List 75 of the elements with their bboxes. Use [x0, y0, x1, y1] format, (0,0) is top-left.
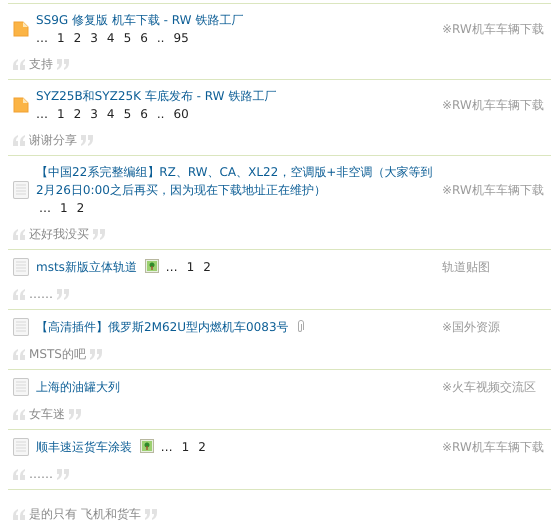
- reply-quote: ……: [29, 287, 53, 301]
- page-link[interactable]: 4: [106, 107, 115, 121]
- document-icon: [12, 317, 30, 337]
- open-quote-icon: [12, 228, 26, 240]
- document-icon: [12, 437, 30, 457]
- page-link[interactable]: ..: [156, 31, 164, 45]
- close-quote-icon: [88, 348, 103, 360]
- close-quote-icon: [144, 508, 158, 520]
- forum-name: ※火车视频交流区: [442, 379, 536, 396]
- forum-name: ※RW机车车辆下载: [442, 439, 544, 456]
- open-quote-icon: [12, 58, 26, 70]
- page-link[interactable]: 6: [140, 31, 148, 45]
- image-icon: [140, 439, 154, 453]
- thread-title-link[interactable]: SYZ25B和SYZ25K 车底发布 - RW 铁路工厂: [36, 87, 276, 105]
- open-quote-icon: [12, 468, 26, 480]
- page-link[interactable]: …: [166, 260, 178, 274]
- page-link[interactable]: 6: [140, 107, 148, 121]
- document-icon: [12, 377, 30, 397]
- forum-name: ※国外资源: [442, 319, 500, 336]
- folder-icon: [12, 20, 30, 38]
- page-link[interactable]: ..: [156, 107, 164, 121]
- open-quote-icon: [12, 288, 26, 300]
- page-link[interactable]: 1: [57, 107, 65, 121]
- document-icon: [12, 180, 30, 200]
- page-link[interactable]: 3: [90, 31, 98, 45]
- close-quote-icon: [80, 134, 94, 146]
- reply-quote: 还好我没买: [29, 226, 89, 242]
- thread-title-link[interactable]: 上海的油罐大列: [36, 378, 120, 396]
- forum-name: ※RW机车车辆下载: [442, 97, 544, 114]
- page-link[interactable]: 2: [198, 440, 206, 454]
- page-link[interactable]: …: [160, 440, 173, 454]
- thread-title-link[interactable]: 【高清插件】俄罗斯2M62U型内燃机车0083号: [36, 318, 289, 336]
- image-icon: [144, 259, 159, 273]
- close-quote-icon: [56, 468, 70, 480]
- page-link[interactable]: 1: [186, 260, 194, 274]
- document-icon: [12, 257, 30, 277]
- page-link[interactable]: 2: [203, 260, 211, 274]
- open-quote-icon: [12, 134, 26, 146]
- reply-quote: ……: [29, 467, 53, 481]
- page-link[interactable]: …: [39, 201, 51, 215]
- forum-name: ※RW机车车辆下载: [442, 21, 544, 38]
- page-link[interactable]: 5: [124, 107, 132, 121]
- close-quote-icon: [56, 58, 70, 70]
- thread-title-link[interactable]: 顺丰速运货车涂装: [36, 438, 132, 456]
- close-quote-icon: [68, 408, 82, 420]
- thread-title-link[interactable]: SS9G 修复版 机车下载 - RW 铁路工厂: [36, 11, 244, 29]
- reply-quote: 女车迷: [29, 406, 65, 422]
- paperclip-icon: [296, 320, 304, 333]
- page-link[interactable]: …: [36, 31, 48, 45]
- open-quote-icon: [12, 408, 26, 420]
- page-link[interactable]: 60: [173, 107, 189, 121]
- forum-name: ※RW机车车辆下载: [442, 182, 544, 199]
- open-quote-icon: [12, 348, 26, 360]
- page-link[interactable]: 2: [74, 107, 82, 121]
- forum-name: 轨道贴图: [442, 259, 490, 276]
- folder-icon: [12, 96, 30, 114]
- page-link[interactable]: 1: [182, 440, 190, 454]
- page-link[interactable]: 1: [60, 201, 68, 215]
- page-link[interactable]: 5: [124, 31, 132, 45]
- close-quote-icon: [92, 228, 106, 240]
- page-link[interactable]: 4: [106, 31, 115, 45]
- reply-quote: 谢谢分享: [29, 132, 77, 148]
- page-link[interactable]: …: [36, 107, 48, 121]
- open-quote-icon: [12, 508, 26, 520]
- page-link[interactable]: 2: [76, 201, 84, 215]
- page-link[interactable]: 95: [173, 31, 189, 45]
- reply-quote: 是的只有 飞机和货车: [29, 506, 141, 522]
- thread-title-link[interactable]: 【中国22系完整编组】RZ、RW、CA、XL22，空调版+非空调（大家等到2月26日0:00之后再买，因为现在下载地址正在维护）: [36, 163, 434, 199]
- thread-title-link[interactable]: msts新版立体轨道: [36, 258, 137, 276]
- page-link[interactable]: 1: [57, 31, 65, 45]
- page-link[interactable]: 3: [90, 107, 98, 121]
- reply-quote: 支持: [29, 56, 53, 72]
- page-link[interactable]: 2: [74, 31, 82, 45]
- close-quote-icon: [56, 288, 70, 300]
- reply-quote: MSTS的吧: [29, 346, 86, 362]
